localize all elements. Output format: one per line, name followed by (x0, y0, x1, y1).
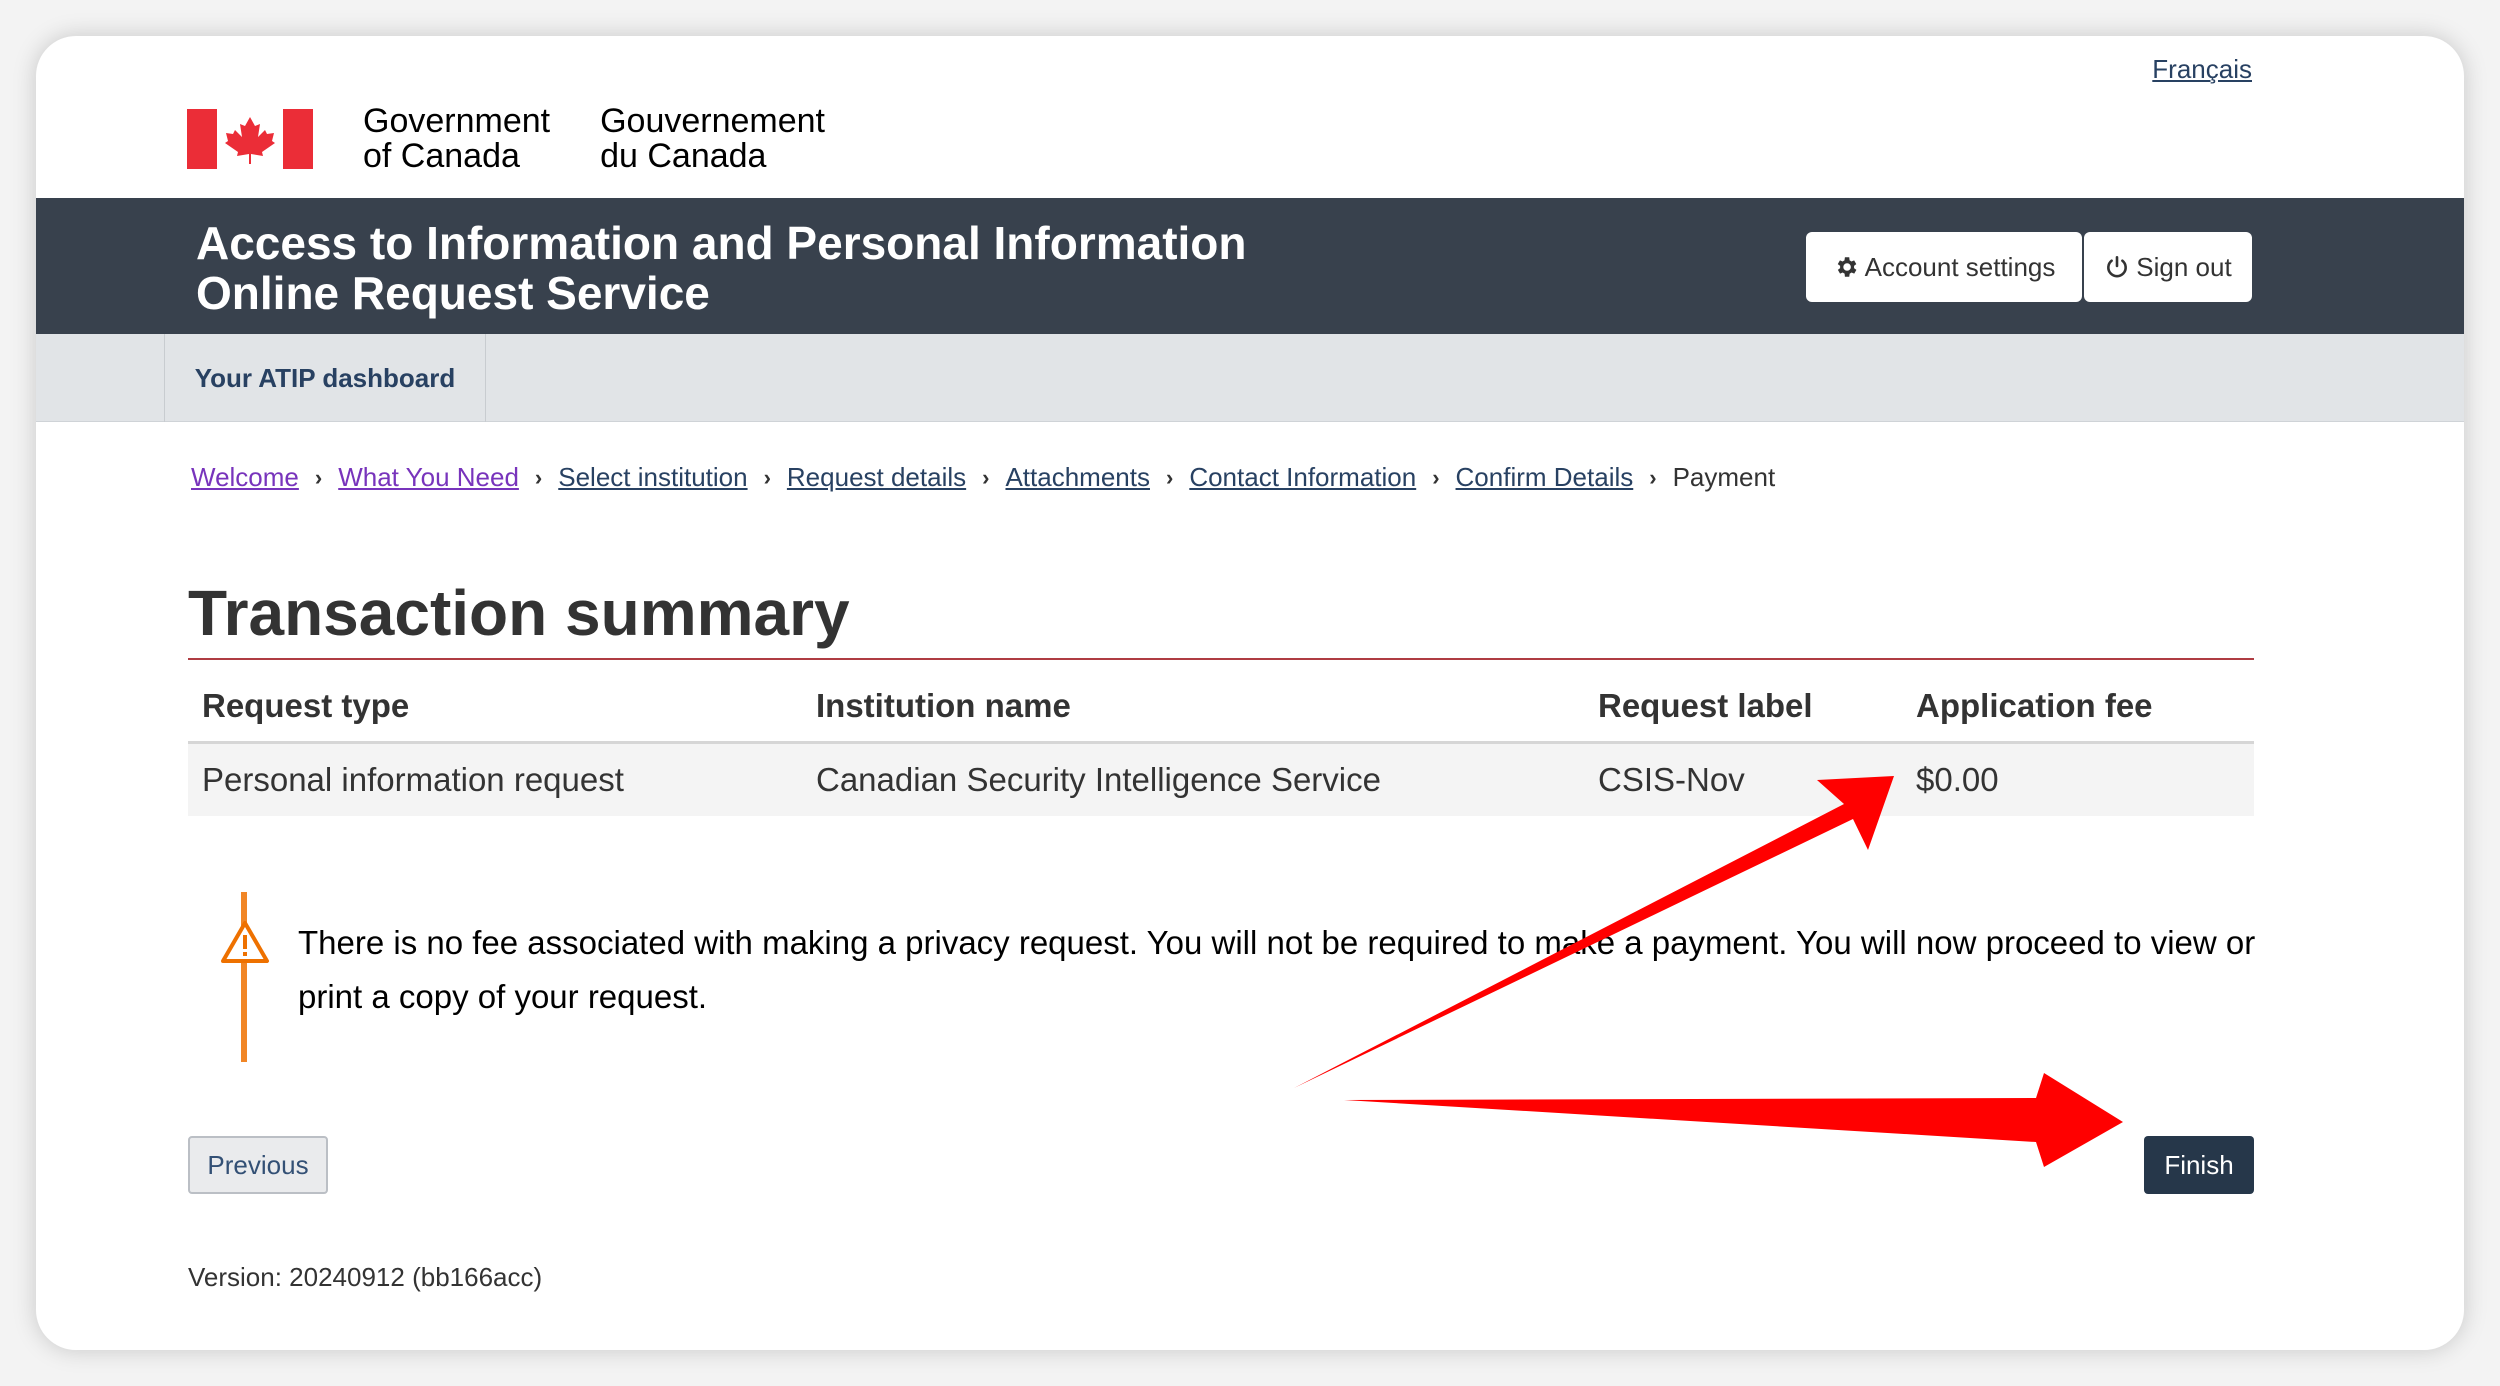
account-settings-label: Account settings (1864, 251, 2056, 282)
app-title: Access to Information and Personal Infor… (196, 218, 1247, 318)
canada-flag-icon (187, 109, 313, 169)
table-header-row: Request type Institution name Request la… (188, 672, 2254, 744)
page-title: Transaction summary (188, 577, 850, 649)
breadcrumb-select-institution[interactable]: Select institution (558, 462, 747, 493)
language-toggle-link[interactable]: Français (2152, 54, 2252, 85)
chevron-right-icon: › (1432, 464, 1440, 490)
warning-bar (241, 892, 247, 1062)
header-institution-name: Institution name (802, 672, 1584, 744)
fee-notice-text: There is no fee associated with making a… (298, 924, 2256, 1015)
signature-en-line2: of Canada (363, 137, 520, 175)
government-signature: Government of Canada Gouvernement du Can… (187, 104, 825, 174)
header-request-label: Request label (1584, 672, 1902, 744)
signature-fr-line2: du Canada (600, 137, 767, 175)
chevron-right-icon: › (314, 464, 323, 490)
warning-icon (221, 921, 269, 963)
version-text: Version: 20240912 (bb166acc) (188, 1262, 543, 1292)
breadcrumb: Welcome › What You Need › Select institu… (191, 462, 1775, 493)
breadcrumb-contact-information[interactable]: Contact Information (1189, 462, 1416, 493)
breadcrumb-payment: Payment (1672, 462, 1776, 492)
app-title-line1: Access to Information and Personal Infor… (196, 217, 1247, 269)
sign-out-label: Sign out (2136, 251, 2232, 282)
breadcrumb-what-you-need[interactable]: What You Need (338, 462, 519, 493)
gear-icon (1837, 257, 1857, 277)
application-bar: Access to Information and Personal Infor… (36, 198, 2464, 334)
chevron-right-icon: › (763, 464, 771, 490)
breadcrumb-request-details[interactable]: Request details (787, 462, 966, 493)
header-application-fee: Application fee (1902, 672, 2254, 744)
transaction-table: Request type Institution name Request la… (188, 672, 2254, 816)
cell-application-fee: $0.00 (1902, 742, 2254, 816)
cell-request-type: Personal information request (188, 742, 802, 816)
signature-french: Gouvernement du Canada (600, 104, 825, 174)
sign-out-button[interactable]: Sign out (2084, 232, 2252, 302)
cell-institution-name: Canadian Security Intelligence Service (802, 742, 1584, 816)
breadcrumb-confirm-details[interactable]: Confirm Details (1456, 462, 1634, 493)
signature-en-line1: Government (363, 102, 551, 140)
nav-item-dashboard[interactable]: Your ATIP dashboard (164, 334, 486, 422)
chevron-right-icon: › (982, 464, 990, 490)
main-navigation: Your ATIP dashboard (36, 334, 2464, 422)
chevron-right-icon: › (1649, 464, 1657, 490)
chevron-right-icon: › (1165, 464, 1174, 490)
table-row: Personal information request Canadian Se… (188, 742, 2254, 816)
finish-button[interactable]: Finish (2144, 1136, 2254, 1194)
app-title-line2: Online Request Service (196, 267, 710, 319)
power-icon (2107, 255, 2128, 278)
previous-button[interactable]: Previous (188, 1136, 328, 1194)
title-underline (188, 658, 2254, 660)
page-card: Français Government of Canada Gouverneme… (36, 36, 2464, 1350)
header-request-type: Request type (188, 672, 802, 744)
signature-fr-line1: Gouvernement (600, 102, 825, 140)
breadcrumb-welcome[interactable]: Welcome (191, 462, 299, 493)
chevron-right-icon: › (534, 464, 543, 490)
signature-english: Government of Canada (363, 104, 550, 174)
cell-request-label: CSIS-Nov (1584, 742, 1902, 816)
account-settings-button[interactable]: Account settings (1806, 232, 2082, 302)
breadcrumb-attachments[interactable]: Attachments (1005, 462, 1150, 493)
annotation-arrow-to-finish (1344, 1073, 2123, 1167)
